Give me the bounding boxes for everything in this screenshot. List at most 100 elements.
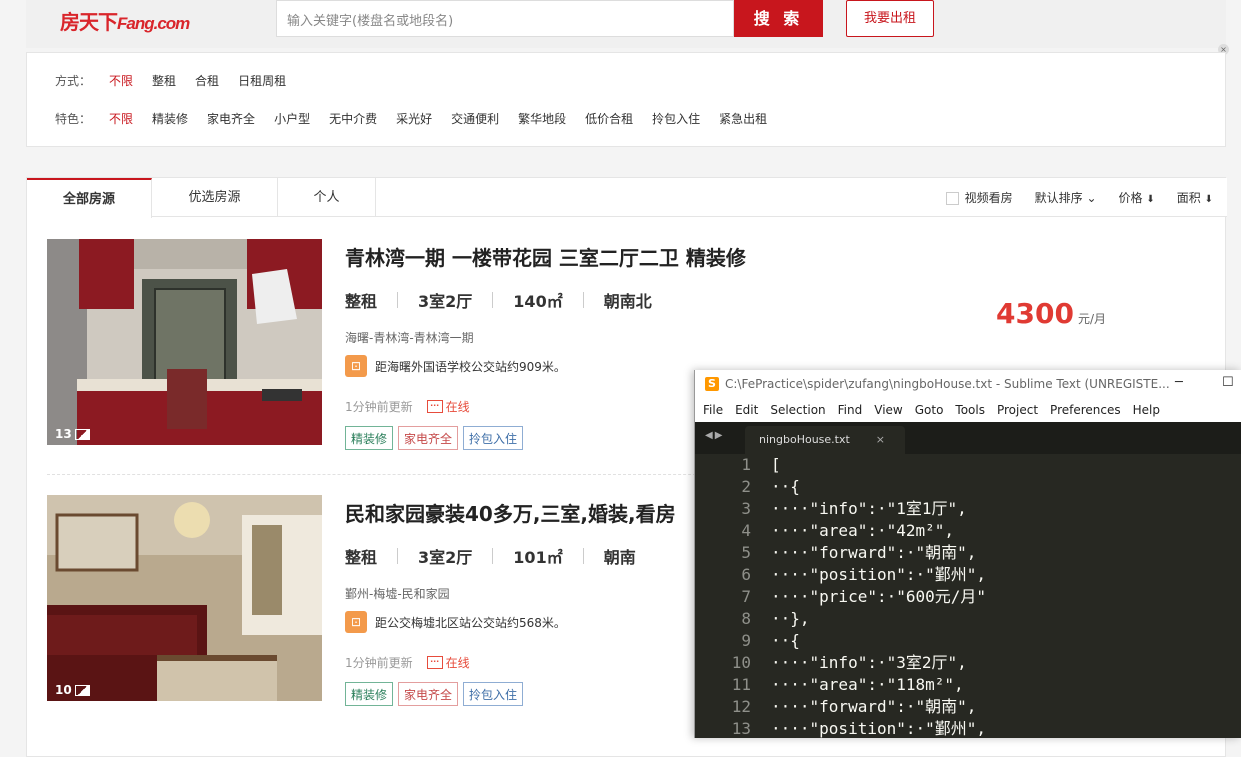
- line-number: 1: [741, 455, 751, 474]
- menu-item-tools[interactable]: Tools: [955, 403, 985, 417]
- window-title: C:\FePractice\spider\zufang\ningboHouse.…: [725, 377, 1170, 391]
- filter-mode-option[interactable]: 日租周租: [238, 72, 286, 89]
- line-number: 13: [731, 719, 751, 738]
- transit-info: ⊡ 距海曙外国语学校公交站约909米。: [345, 355, 566, 377]
- menu-item-preferences[interactable]: Preferences: [1050, 403, 1121, 417]
- code-line: ····"forward":·"朝南",: [771, 543, 977, 562]
- listing-title[interactable]: 青林湾一期 一楼带花园 三室二厅二卫 精装修: [345, 242, 746, 271]
- listing-location[interactable]: 海曙-青林湾-青林湾一期: [345, 329, 474, 346]
- sort-area[interactable]: 面积 ⬇: [1177, 189, 1213, 206]
- filter-feature-option[interactable]: 精装修: [152, 110, 188, 127]
- listing-photo[interactable]: 10: [47, 495, 322, 701]
- line-number: 10: [731, 653, 751, 672]
- photo-count: 10: [55, 683, 90, 697]
- editor-tab-label: ningboHouse.txt: [759, 433, 850, 446]
- video-tour-label: 视频看房: [964, 191, 1013, 205]
- logo-en: Fang.com: [117, 14, 190, 33]
- search-input[interactable]: 输入关键字(楼盘名或地段名): [276, 0, 734, 37]
- menu-item-view[interactable]: View: [874, 403, 902, 417]
- listing-photo[interactable]: 13: [47, 239, 322, 445]
- menu-item-help[interactable]: Help: [1133, 403, 1160, 417]
- update-time: 1分钟前更新: [345, 400, 413, 414]
- filter-feature-option[interactable]: 无中介费: [329, 110, 377, 127]
- filter-feature-option[interactable]: 繁华地段: [518, 110, 566, 127]
- arrow-down-icon: ⬇: [1204, 194, 1213, 205]
- window-title-bar[interactable]: S C:\FePractice\spider\zufang\ningboHous…: [695, 370, 1241, 398]
- sort-default-label: 默认排序: [1034, 191, 1083, 205]
- bus-icon: ⊡: [345, 355, 367, 377]
- filter-row-mode: 方式： 不限 整租 合租 日租周租: [55, 72, 305, 89]
- code-line: ····"info":·"3室2厅",: [771, 653, 967, 672]
- site-logo[interactable]: 房天下Fang.com: [60, 6, 190, 35]
- line-number: 3: [741, 499, 751, 518]
- list-for-rent-button[interactable]: 我要出租: [846, 0, 934, 37]
- online-status[interactable]: ··· 在线: [426, 654, 470, 671]
- filter-feature-label: 特色：: [55, 112, 92, 126]
- close-tab-icon[interactable]: ×: [876, 426, 885, 454]
- menu-bar: File Edit Selection Find View Goto Tools…: [695, 398, 1241, 422]
- menu-item-project[interactable]: Project: [997, 403, 1038, 417]
- tab-all-listings[interactable]: 全部房源: [27, 178, 152, 218]
- filter-feature-option[interactable]: 交通便利: [451, 110, 499, 127]
- filter-feature-option[interactable]: 低价合租: [585, 110, 633, 127]
- tag-list: 精装修 家电齐全 拎包入住: [345, 426, 524, 450]
- checkbox-icon[interactable]: [945, 192, 959, 205]
- menu-item-selection[interactable]: Selection: [770, 403, 825, 417]
- line-number: 6: [741, 565, 751, 584]
- menu-item-file[interactable]: File: [703, 403, 723, 417]
- filter-mode-option[interactable]: 整租: [152, 72, 176, 89]
- sort-default[interactable]: 默认排序 ⌄: [1035, 189, 1097, 206]
- menu-item-goto[interactable]: Goto: [915, 403, 944, 417]
- tab-featured[interactable]: 优选房源: [152, 178, 278, 217]
- listing-location[interactable]: 鄞州-梅墟-民和家园: [345, 585, 450, 602]
- online-status[interactable]: ··· 在线: [426, 398, 470, 415]
- code-line: ··{: [771, 631, 800, 650]
- update-row: 1分钟前更新 ··· 在线: [345, 654, 470, 671]
- sort-price-label: 价格: [1118, 191, 1143, 205]
- filter-mode-option[interactable]: 合租: [195, 72, 219, 89]
- transit-text: 距海曙外国语学校公交站约909米。: [375, 359, 566, 374]
- search-button[interactable]: 搜 索: [734, 0, 823, 37]
- editor-tab-ningbohouse[interactable]: ningboHouse.txt ×: [745, 426, 905, 454]
- tag-list: 精装修 家电齐全 拎包入住: [345, 682, 524, 706]
- line-number: 5: [741, 543, 751, 562]
- rent-type: 整租: [345, 292, 378, 311]
- listing-price: 4300 元/月: [996, 297, 1106, 330]
- code-line: ··{: [771, 477, 800, 496]
- menu-item-find[interactable]: Find: [838, 403, 863, 417]
- sort-area-label: 面积: [1176, 191, 1201, 205]
- line-number: 9: [741, 631, 751, 650]
- tab-scroll-arrows-icon[interactable]: ◀▶: [705, 430, 724, 441]
- filter-feature-option[interactable]: 家电齐全: [207, 110, 255, 127]
- filter-feature-option[interactable]: 采光好: [396, 110, 432, 127]
- menu-item-edit[interactable]: Edit: [735, 403, 758, 417]
- code-line: ····"area":·"118m²",: [771, 675, 964, 694]
- logo-cn: 房天下: [60, 10, 118, 34]
- filter-mode-option[interactable]: 不限: [109, 72, 133, 89]
- photo-count-value: 10: [55, 683, 72, 697]
- transit-info: ⊡ 距公交梅墟北区站公交站约568米。: [345, 611, 566, 633]
- filter-panel: 方式： 不限 整租 合租 日租周租 特色： 不限 精装修 家电齐全 小户型 无中…: [26, 52, 1226, 147]
- line-number: 4: [741, 521, 751, 540]
- filter-feature-option[interactable]: 紧急出租: [719, 110, 767, 127]
- filter-feature-option[interactable]: 小户型: [274, 110, 310, 127]
- listing-specs: 整租 3室2厅 140㎡ 朝南北: [345, 288, 652, 312]
- minimize-icon[interactable]: ─: [1175, 375, 1183, 390]
- chat-icon: ···: [426, 656, 443, 669]
- listing-title[interactable]: 民和家园豪装40多万,三室,婚装,看房: [345, 498, 676, 527]
- orientation: 朝南北: [603, 292, 652, 311]
- filter-feature-option[interactable]: 不限: [109, 110, 133, 127]
- tab-individual[interactable]: 个人: [278, 178, 376, 217]
- video-tour-filter[interactable]: 视频看房: [945, 189, 1013, 206]
- chat-icon: ···: [426, 400, 443, 413]
- line-number: 7: [741, 587, 751, 606]
- sort-bar: 视频看房 默认排序 ⌄ 价格 ⬇ 面积 ⬇: [945, 189, 1213, 206]
- tag: 精装修: [345, 682, 394, 706]
- photo-count: 13: [55, 427, 90, 441]
- filter-feature-option[interactable]: 拎包入住: [652, 110, 700, 127]
- maximize-icon[interactable]: ☐: [1222, 375, 1234, 390]
- sublime-logo-icon: S: [705, 377, 719, 391]
- tag: 拎包入住: [463, 682, 524, 706]
- sort-price[interactable]: 价格 ⬇: [1119, 189, 1155, 206]
- code-line: ····"forward":·"朝南",: [771, 697, 977, 716]
